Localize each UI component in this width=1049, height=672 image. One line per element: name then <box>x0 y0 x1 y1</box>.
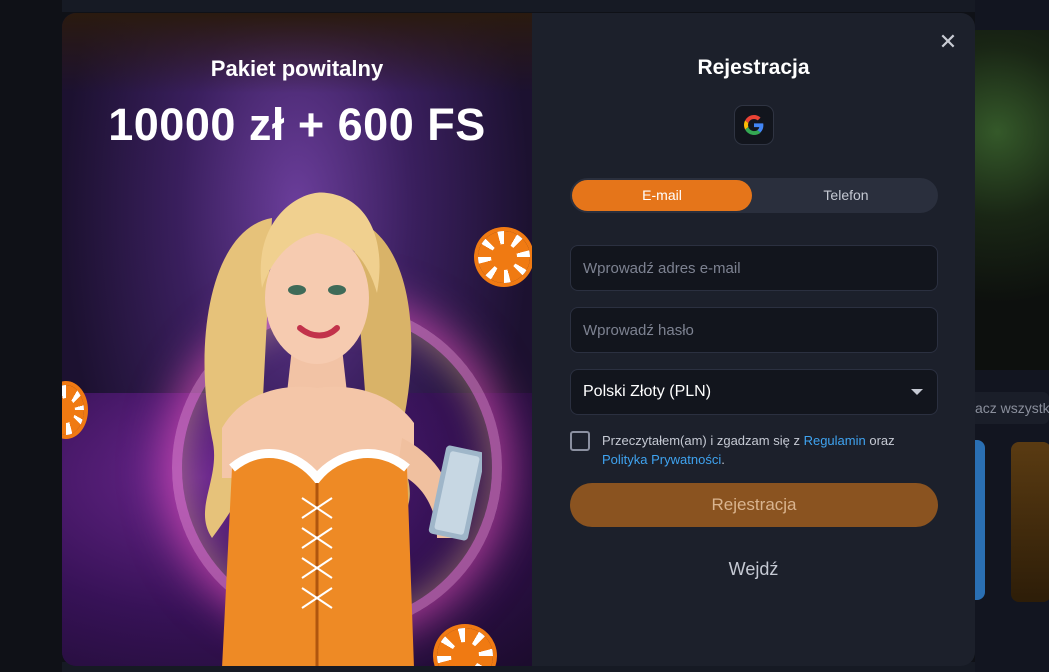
registration-modal: Pakiet powitalny 10000 zł + 600 FS ✕ Rej… <box>62 13 975 666</box>
background-game-tile <box>1011 442 1049 602</box>
site-background-right: acz wszystk <box>967 0 1049 672</box>
registration-form-panel: ✕ Rejestracja E-mail Telefon Polski Złot… <box>532 13 975 666</box>
terms-agreement: Przeczytałem(am) i zgadzam się z Regulam… <box>570 431 938 471</box>
form-title: Rejestracja <box>697 56 810 79</box>
google-icon <box>744 115 764 135</box>
background-game-art <box>975 30 1049 370</box>
privacy-policy-link[interactable]: Polityka Prywatności <box>602 452 721 467</box>
site-background-left <box>0 0 62 672</box>
close-icon[interactable]: ✕ <box>936 30 960 54</box>
terms-link[interactable]: Regulamin <box>804 433 866 448</box>
chevron-down-icon <box>911 389 923 395</box>
terms-checkbox[interactable] <box>570 431 590 451</box>
background-show-all-link: acz wszystk <box>967 392 1049 424</box>
currency-select[interactable]: Polski Złoty (PLN) <box>570 369 938 415</box>
tab-email[interactable]: E-mail <box>572 180 752 211</box>
password-input[interactable] <box>570 307 938 353</box>
promo-woman-illustration <box>204 192 482 666</box>
register-button[interactable]: Rejestracja <box>570 483 938 527</box>
email-input[interactable] <box>570 245 938 291</box>
terms-conjunction: oraz <box>869 433 895 448</box>
terms-prefix: Przeczytałem(am) i zgadzam się z <box>602 433 800 448</box>
currency-select-value: Polski Złoty (PLN) <box>583 383 712 400</box>
casino-chip-icon <box>478 231 530 283</box>
background-game-tile <box>975 440 985 600</box>
terms-text: Przeczytałem(am) i zgadzam się z Regulam… <box>602 431 938 469</box>
google-signin-button[interactable] <box>734 105 774 145</box>
tab-phone[interactable]: Telefon <box>756 180 936 211</box>
promo-banner: Pakiet powitalny 10000 zł + 600 FS <box>62 13 532 666</box>
terms-suffix: . <box>721 452 725 467</box>
registration-method-tabs: E-mail Telefon <box>570 178 938 213</box>
promo-title: Pakiet powitalny <box>210 56 384 81</box>
promo-bonus-amount: 10000 zł + 600 FS <box>108 99 486 150</box>
login-link[interactable]: Wejdź <box>532 559 975 580</box>
site-header-strip <box>0 0 1049 12</box>
